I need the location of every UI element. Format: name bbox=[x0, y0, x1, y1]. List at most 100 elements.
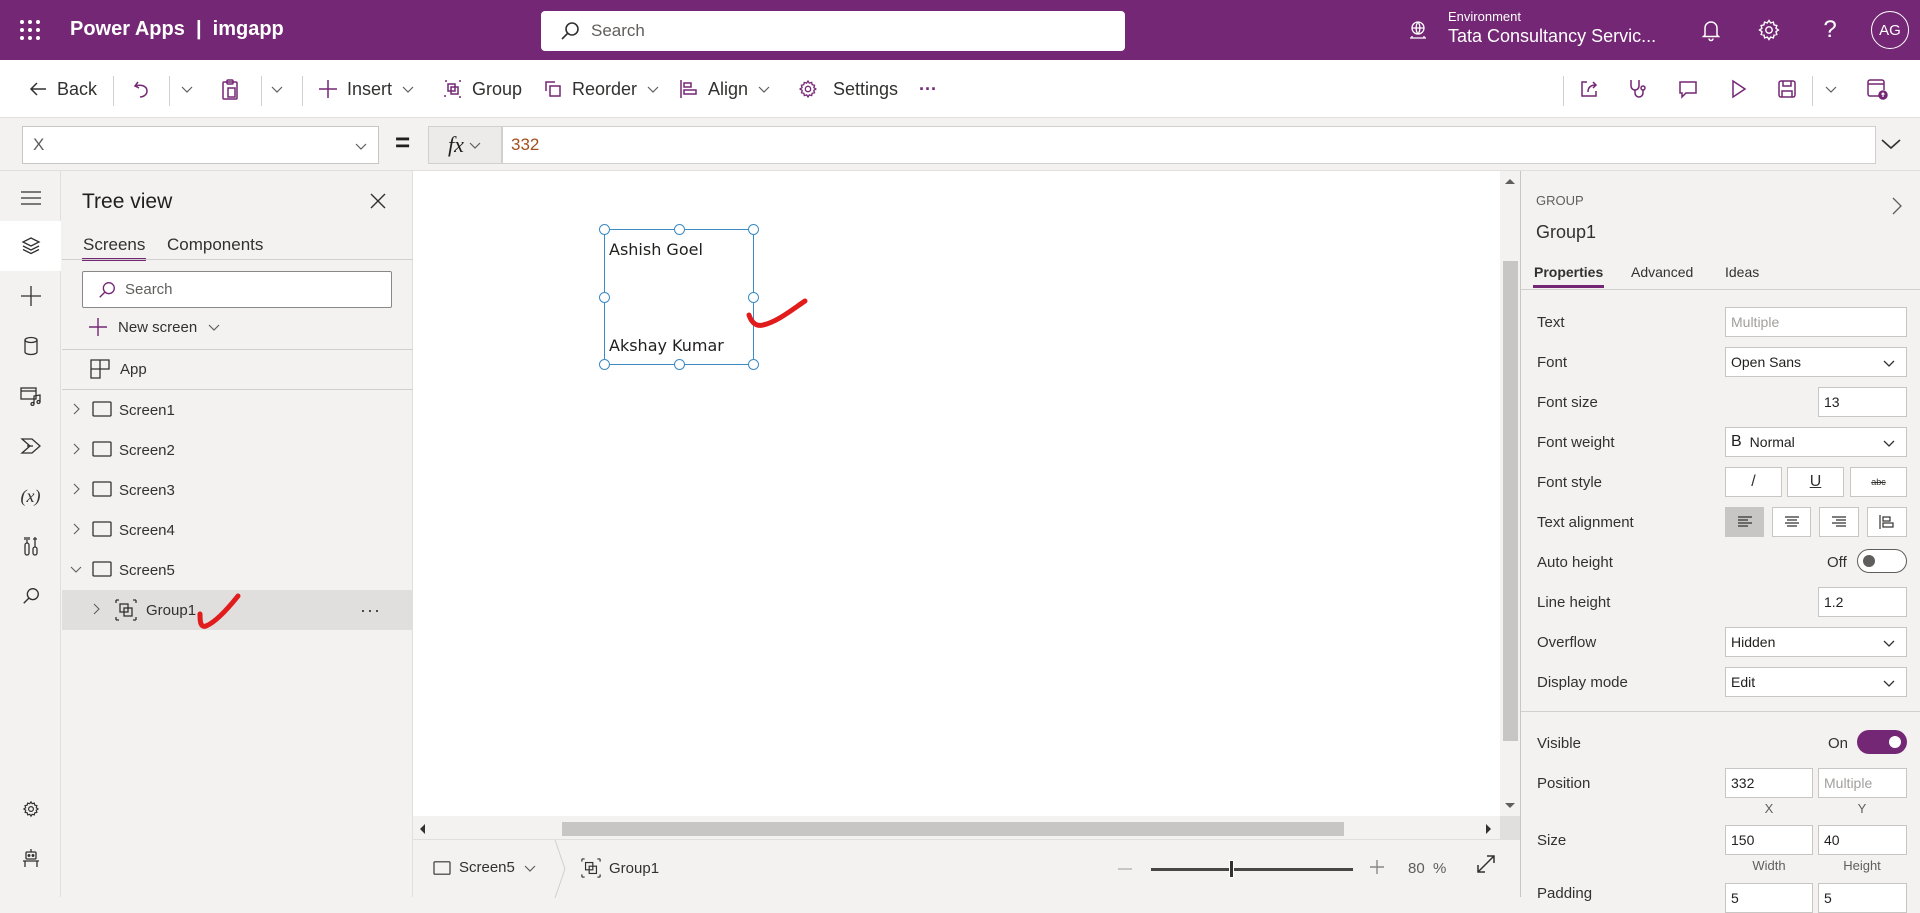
resize-handle[interactable] bbox=[748, 359, 759, 370]
resize-handle[interactable] bbox=[748, 224, 759, 235]
publish-button[interactable] bbox=[1866, 60, 1888, 118]
comments-button[interactable] bbox=[1677, 60, 1699, 118]
tab-components[interactable]: Components bbox=[167, 235, 263, 255]
chevron-right-icon[interactable] bbox=[70, 523, 82, 535]
padding-top-input[interactable]: 5 bbox=[1725, 883, 1813, 913]
zoom-out-button[interactable] bbox=[1118, 868, 1132, 870]
tree-search-input[interactable]: Search bbox=[82, 271, 392, 308]
insert-button[interactable]: Insert bbox=[318, 60, 415, 118]
zoom-slider[interactable] bbox=[1151, 868, 1353, 871]
search-icon[interactable] bbox=[0, 571, 61, 621]
tab-screens[interactable]: Screens bbox=[81, 235, 147, 261]
tree-item-group1[interactable]: Group1 ··· bbox=[62, 590, 413, 630]
height-input[interactable]: 40 bbox=[1818, 825, 1907, 855]
paste-button[interactable] bbox=[220, 60, 240, 118]
horizontal-scrollbar[interactable] bbox=[413, 816, 1500, 839]
settings-gear-icon[interactable] bbox=[0, 784, 61, 834]
resize-handle[interactable] bbox=[599, 359, 610, 370]
tab-ideas[interactable]: Ideas bbox=[1725, 264, 1759, 280]
control-name[interactable]: Group1 bbox=[1536, 222, 1596, 243]
help-icon[interactable]: ? bbox=[1818, 18, 1842, 42]
more-commands-button[interactable]: ··· bbox=[919, 60, 937, 118]
paste-dropdown[interactable] bbox=[270, 60, 284, 118]
horizontal-scroll-thumb[interactable] bbox=[562, 822, 1344, 836]
visible-toggle[interactable] bbox=[1857, 730, 1907, 754]
function-button[interactable]: fx bbox=[428, 126, 502, 164]
data-database-icon[interactable] bbox=[0, 321, 61, 371]
scroll-down-arrow-icon[interactable] bbox=[1505, 803, 1515, 808]
auto-height-toggle[interactable] bbox=[1857, 549, 1907, 573]
vertical-scroll-thumb[interactable] bbox=[1503, 261, 1518, 741]
label-akshay-kumar[interactable]: Akshay Kumar bbox=[609, 336, 724, 355]
close-icon[interactable] bbox=[370, 193, 386, 209]
breadcrumb-screen[interactable]: Screen5 bbox=[433, 859, 537, 876]
undo-button[interactable] bbox=[132, 60, 152, 118]
breadcrumb-control[interactable]: Group1 bbox=[581, 858, 659, 878]
fit-to-window-expand-icon[interactable] bbox=[1476, 854, 1496, 874]
collapse-panel-chevron-icon[interactable] bbox=[1891, 196, 1903, 216]
zoom-slider-thumb[interactable] bbox=[1229, 860, 1235, 878]
line-height-input[interactable]: 1.2 bbox=[1818, 587, 1907, 617]
settings-button[interactable]: Settings bbox=[798, 60, 898, 118]
tree-view-layers-icon[interactable] bbox=[0, 221, 61, 271]
vertical-scrollbar[interactable] bbox=[1500, 171, 1520, 816]
position-y-input[interactable]: Multiple bbox=[1818, 768, 1907, 798]
user-avatar[interactable]: AG bbox=[1871, 11, 1909, 49]
align-button[interactable]: Align bbox=[679, 60, 771, 118]
position-x-input[interactable]: 332 bbox=[1725, 768, 1813, 798]
tree-item-screen[interactable]: Screen5 bbox=[62, 550, 413, 590]
group-button[interactable]: Group bbox=[443, 60, 522, 118]
resize-handle[interactable] bbox=[748, 292, 759, 303]
font-size-input[interactable]: 13 bbox=[1818, 387, 1907, 417]
save-dropdown[interactable] bbox=[1824, 60, 1838, 118]
font-weight-dropdown[interactable]: B Normal bbox=[1725, 427, 1907, 457]
new-screen-button[interactable]: New screen bbox=[88, 317, 221, 337]
padding-bottom-input[interactable]: 5 bbox=[1818, 883, 1907, 913]
tab-advanced[interactable]: Advanced bbox=[1631, 264, 1693, 280]
width-input[interactable]: 150 bbox=[1725, 825, 1813, 855]
tab-properties[interactable]: Properties bbox=[1532, 264, 1605, 288]
scroll-right-arrow-icon[interactable] bbox=[1486, 824, 1491, 834]
italic-button[interactable]: / bbox=[1725, 467, 1782, 497]
resize-handle[interactable] bbox=[599, 224, 610, 235]
label-ashish-goel[interactable]: Ashish Goel bbox=[609, 240, 703, 259]
copilot-bot-icon[interactable] bbox=[0, 833, 61, 883]
property-dropdown[interactable]: X bbox=[22, 126, 379, 164]
display-mode-dropdown[interactable]: Edit bbox=[1725, 667, 1907, 697]
align-left-button[interactable] bbox=[1725, 507, 1764, 537]
app-checker-button[interactable] bbox=[1627, 60, 1649, 118]
notifications-bell-icon[interactable] bbox=[1699, 18, 1723, 42]
chevron-down-icon[interactable] bbox=[70, 563, 82, 575]
tree-item-screen[interactable]: Screen2 bbox=[62, 430, 413, 470]
chevron-right-icon[interactable] bbox=[90, 603, 102, 615]
scroll-up-arrow-icon[interactable] bbox=[1505, 179, 1515, 184]
resize-handle[interactable] bbox=[674, 359, 685, 370]
underline-button[interactable]: U bbox=[1787, 467, 1844, 497]
align-right-button[interactable] bbox=[1819, 507, 1859, 537]
align-center-button[interactable] bbox=[1772, 507, 1811, 537]
tree-item-screen[interactable]: Screen1 bbox=[62, 390, 413, 430]
strikethrough-button[interactable]: abc bbox=[1850, 467, 1907, 497]
chevron-right-icon[interactable] bbox=[70, 403, 82, 415]
tree-item-screen[interactable]: Screen3 bbox=[62, 470, 413, 510]
variables-icon[interactable]: (x) bbox=[0, 471, 61, 521]
save-button[interactable] bbox=[1777, 60, 1797, 118]
group-selection-box[interactable]: Ashish Goel Akshay Kumar bbox=[599, 224, 759, 370]
reorder-button[interactable]: Reorder bbox=[543, 60, 660, 118]
zoom-in-button[interactable] bbox=[1369, 859, 1385, 875]
share-button[interactable] bbox=[1578, 60, 1600, 118]
app-launcher-icon[interactable] bbox=[18, 18, 42, 42]
justify-button[interactable] bbox=[1867, 507, 1907, 537]
overflow-dropdown[interactable]: Hidden bbox=[1725, 627, 1907, 657]
preview-play-button[interactable] bbox=[1728, 60, 1748, 118]
settings-gear-icon[interactable] bbox=[1757, 18, 1781, 42]
resize-handle[interactable] bbox=[674, 224, 685, 235]
text-property-input[interactable]: Multiple bbox=[1725, 307, 1907, 337]
more-options-button[interactable]: ··· bbox=[360, 600, 381, 621]
chevron-right-icon[interactable] bbox=[70, 483, 82, 495]
back-button[interactable]: Back bbox=[28, 60, 97, 118]
chevron-right-icon[interactable] bbox=[70, 443, 82, 455]
insert-plus-icon[interactable] bbox=[0, 271, 61, 321]
tree-item-screen[interactable]: Screen4 bbox=[62, 510, 413, 550]
tree-item-app[interactable]: App bbox=[62, 349, 413, 389]
